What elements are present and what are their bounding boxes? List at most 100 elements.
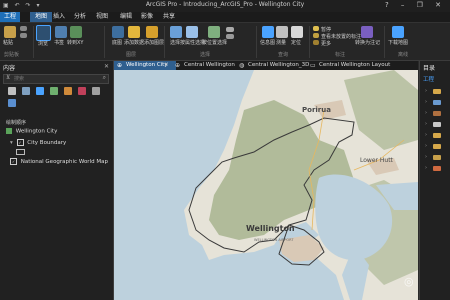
locate-icon[interactable]	[291, 26, 303, 38]
tab-insert[interactable]: 插入	[53, 12, 65, 22]
chevron-right-icon[interactable]: ›	[425, 132, 427, 138]
tab-central-wellington[interactable]: ⊕ Central Wellington	[172, 61, 244, 70]
tab-analysis[interactable]: 分析	[74, 12, 86, 22]
add-data-label: 添加数据	[124, 40, 145, 46]
chevron-right-icon[interactable]: ›	[425, 121, 427, 127]
tab-wellington-city[interactable]: ⊕ Wellington City ✕	[114, 61, 176, 70]
tab-layout[interactable]: ▭ Central Wellington Layout	[307, 61, 409, 70]
select-icon[interactable]	[170, 26, 182, 38]
folder-icon[interactable]	[433, 89, 441, 94]
chevron-right-icon[interactable]: ›	[425, 88, 427, 94]
select-by-attributes-icon[interactable]	[186, 26, 198, 38]
tab-label: Wellington City	[126, 62, 168, 68]
cut-icon[interactable]	[20, 26, 27, 31]
tab-label: Central Wellington	[184, 62, 235, 68]
select-label: 选择	[170, 40, 181, 46]
convert-icon[interactable]	[361, 26, 373, 38]
search-icon[interactable]: ⌕	[103, 74, 106, 82]
toc-item-map[interactable]: Wellington City	[6, 128, 57, 135]
place-label: Porirua	[302, 106, 331, 114]
explore-icon[interactable]	[36, 25, 51, 41]
group-selection: 选择	[200, 52, 211, 58]
basemap-icon[interactable]	[112, 26, 124, 38]
layout-icon: ▭	[310, 62, 316, 69]
ribbon: 粘贴 剪贴板 浏览 书签 转到XY 底图 添加数据 添加图层 图层 选择 按属性…	[0, 23, 450, 61]
chevron-right-icon[interactable]: ›	[425, 143, 427, 149]
group-clipboard: 剪贴板	[4, 52, 20, 58]
map-icon	[6, 128, 12, 134]
list-by-snapping-icon[interactable]	[64, 87, 72, 95]
list-by-selection-icon[interactable]	[36, 87, 44, 95]
map-view[interactable]: Porirua Lower Hutt Wellington WELLINGTON…	[114, 70, 418, 300]
tab-view[interactable]: 视图	[96, 12, 108, 22]
checkbox-icon[interactable]: ✓	[16, 139, 24, 146]
chevron-right-icon[interactable]: ›	[425, 154, 427, 160]
place-label: WELLINGTON AIRPORT	[254, 238, 294, 242]
add-preset-icon[interactable]	[146, 26, 158, 38]
bookmarks-icon[interactable]	[55, 26, 67, 38]
map-canvas[interactable]	[114, 70, 418, 300]
list-by-drawing-order-icon[interactable]	[8, 87, 16, 95]
contents-search-input[interactable]	[14, 75, 94, 83]
database-icon[interactable]	[433, 122, 441, 127]
download-map-label: 下载地图	[388, 40, 409, 46]
go-to-xy-icon[interactable]	[70, 26, 82, 38]
toolbox-icon[interactable]	[433, 111, 441, 116]
map-folder-icon[interactable]	[433, 100, 441, 105]
tab-map[interactable]: 地图	[30, 12, 53, 22]
add-data-icon[interactable]	[128, 26, 140, 38]
more-label: 更多	[321, 41, 332, 47]
contents-title: 内容	[3, 65, 16, 72]
catalog-tab-project[interactable]: 工程	[423, 75, 434, 83]
chevron-right-icon[interactable]: ›	[425, 110, 427, 116]
contents-pane: 内容 ✕ ⊻ ⌕ 绘制顺序 Wellington City ▾ ✓ City B…	[0, 61, 114, 300]
add-preset-label: 添加图层	[144, 40, 165, 46]
pane-close-icon[interactable]: ✕	[104, 63, 109, 70]
tab-label: Central Wellington_3D	[248, 62, 310, 68]
window-controls[interactable]: ? – ❐ ✕	[385, 1, 446, 9]
tab-share[interactable]: 共享	[163, 12, 175, 22]
divider	[104, 26, 105, 58]
chevron-right-icon[interactable]: ›	[425, 99, 427, 105]
more-icon[interactable]	[313, 40, 319, 45]
place-label: Wellington	[246, 224, 295, 233]
list-by-charts-icon[interactable]	[8, 99, 16, 107]
tab-project[interactable]: 工程	[0, 12, 21, 22]
paste-icon[interactable]	[4, 26, 16, 38]
window-title: ArcGIS Pro - Introducing_ArcGIS_Pro - We…	[145, 1, 305, 8]
title-bar: ▣ ↶ ↷ ▾ ArcGIS Pro - Introducing_ArcGIS_…	[0, 0, 450, 12]
locator-icon[interactable]	[433, 166, 441, 171]
close-icon[interactable]: ✕	[164, 61, 169, 70]
list-by-labeling-icon[interactable]	[78, 87, 86, 95]
tab-central-wellington-3d[interactable]: ◍ Central Wellington_3D	[236, 61, 316, 70]
drawing-order-heading: 绘制顺序	[6, 120, 27, 126]
list-by-perspective-icon[interactable]	[92, 87, 100, 95]
tab-imagery[interactable]: 影像	[141, 12, 153, 22]
catalog-pane: 目录 工程 › › › › › › › ›	[419, 61, 450, 300]
style-icon[interactable]	[433, 155, 441, 160]
chevron-right-icon[interactable]: ›	[425, 165, 427, 171]
measure-icon[interactable]	[276, 26, 288, 38]
divider	[384, 26, 385, 58]
list-by-editing-icon[interactable]	[50, 87, 58, 95]
clear-icon[interactable]	[226, 34, 234, 39]
attributes-icon[interactable]	[226, 27, 234, 32]
checkbox-icon[interactable]: ✓	[10, 158, 17, 165]
pause-icon[interactable]	[313, 26, 319, 31]
folder-icon[interactable]	[433, 133, 441, 138]
chevron-down-icon[interactable]: ▾	[10, 140, 13, 146]
copy-icon[interactable]	[20, 33, 27, 38]
view-unplaced-icon[interactable]	[313, 33, 319, 38]
toc-item-city-boundary[interactable]: ▾ ✓ City Boundary	[10, 139, 66, 146]
locate-label: 定位	[291, 40, 302, 46]
toc-item-basemap[interactable]: ✓ National Geographic World Map	[10, 158, 108, 165]
infographics-icon[interactable]	[262, 26, 274, 38]
tab-edit[interactable]: 编辑	[120, 12, 132, 22]
select-by-location-icon[interactable]	[208, 26, 220, 38]
folder-icon[interactable]	[433, 144, 441, 149]
catalog-title: 目录	[423, 65, 436, 72]
symbol-swatch[interactable]	[16, 149, 25, 155]
list-by-source-icon[interactable]	[22, 87, 30, 95]
download-map-icon[interactable]	[392, 26, 404, 38]
filter-icon[interactable]: ⊻	[6, 74, 10, 81]
